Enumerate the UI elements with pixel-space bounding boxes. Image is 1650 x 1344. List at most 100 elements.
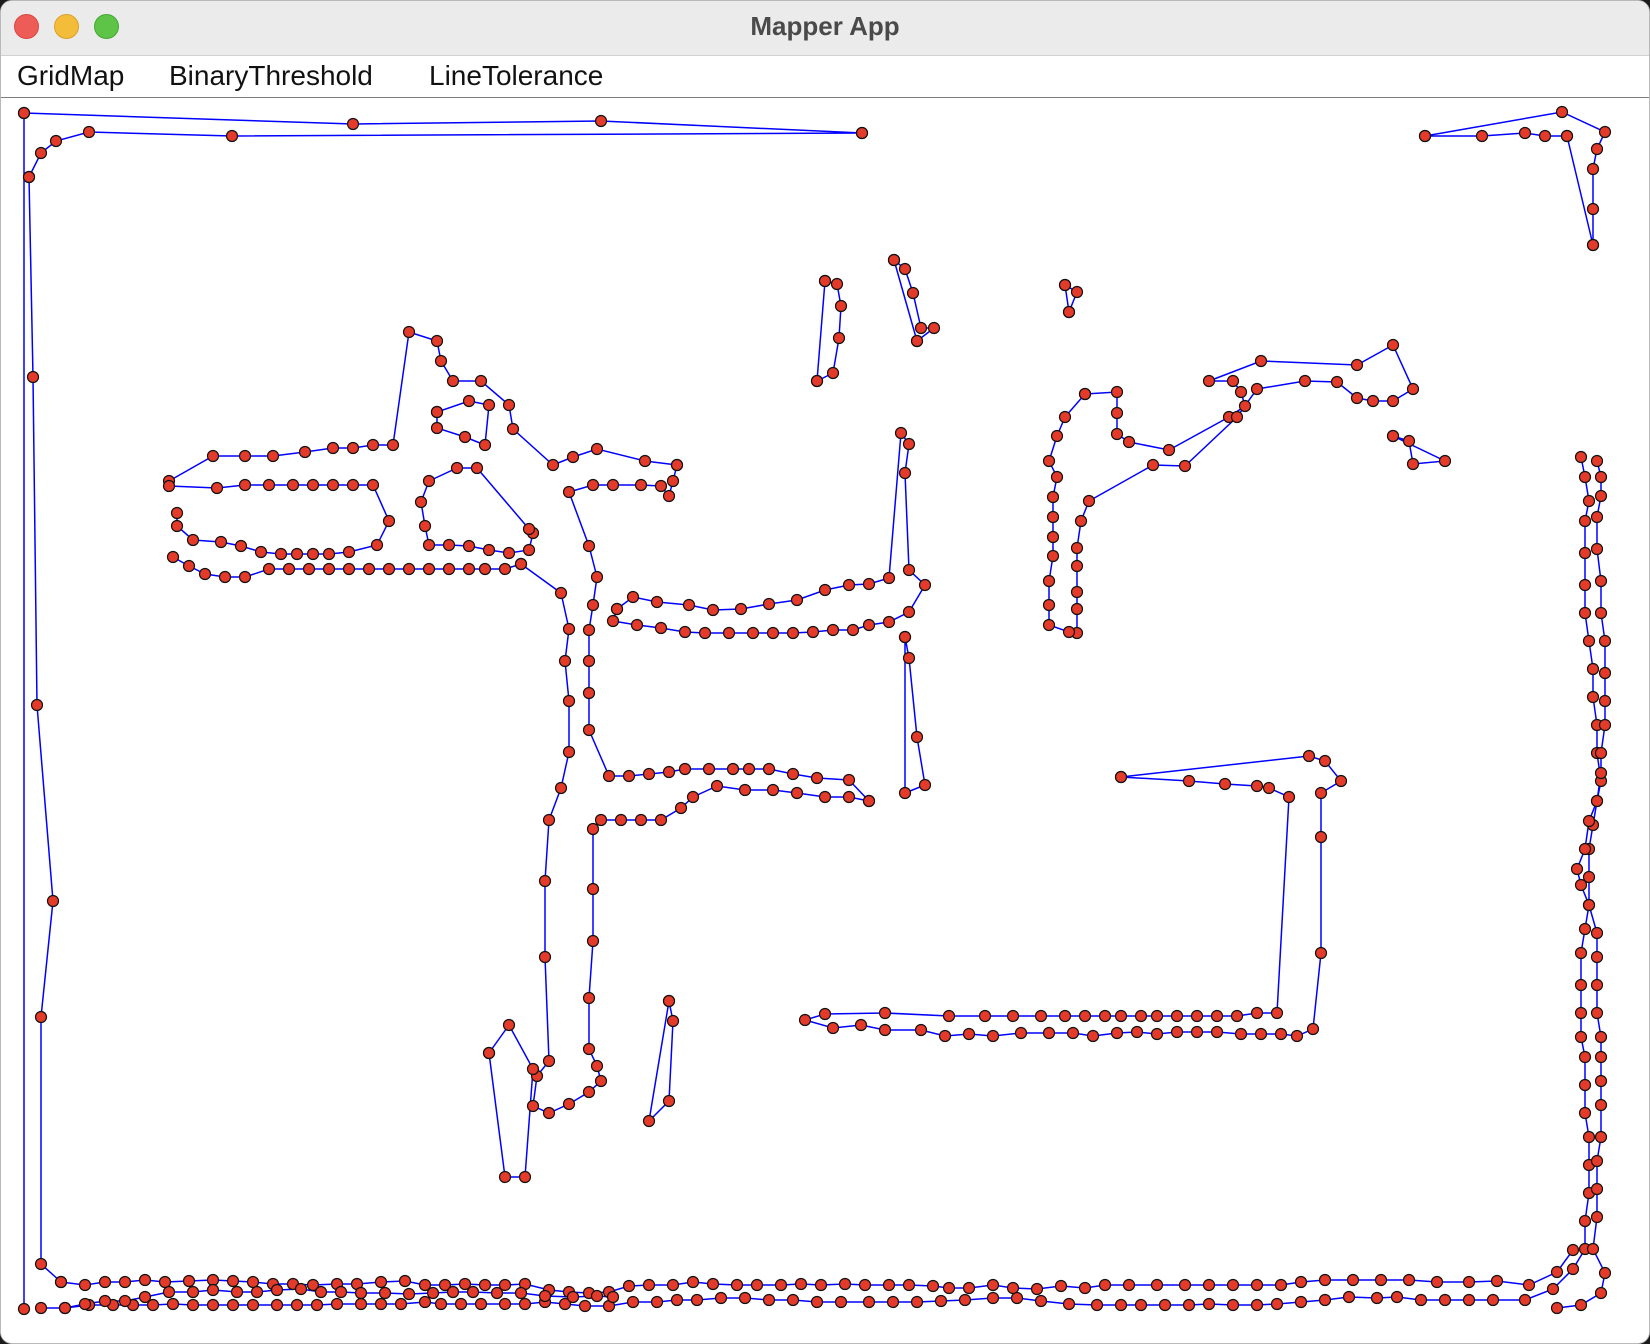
map-vertex <box>1250 1298 1264 1312</box>
map-vertex <box>938 1029 952 1043</box>
map-vertex <box>682 598 696 612</box>
map-vertex <box>818 1007 832 1021</box>
map-vertex <box>98 1294 112 1308</box>
map-vertex <box>638 454 652 468</box>
map-vertex <box>1090 1298 1104 1312</box>
map-vertex <box>1110 406 1124 420</box>
map-vertex <box>1578 606 1592 620</box>
map-vertex <box>266 449 280 463</box>
map-vertex <box>698 626 712 640</box>
map-path-18 <box>520 563 870 1114</box>
menu-linetolerance[interactable]: LineTolerance <box>429 60 603 92</box>
map-vertex <box>430 421 444 435</box>
map-vertex <box>702 762 716 776</box>
map-vertex <box>322 562 336 576</box>
map-vertex <box>818 274 832 288</box>
map-vertex <box>422 562 436 576</box>
map-vertex <box>1230 1009 1244 1023</box>
map-vertex <box>1058 278 1072 292</box>
map-vertex <box>706 1277 720 1291</box>
map-vertex <box>910 1295 924 1309</box>
map-vertex <box>678 625 692 639</box>
map-vertex <box>1226 1298 1240 1312</box>
map-vertex <box>662 994 676 1008</box>
map-vertex <box>330 1297 344 1311</box>
menu-binarythreshold[interactable]: BinaryThreshold <box>169 60 373 92</box>
map-vertex <box>1202 374 1216 388</box>
map-vertex <box>902 563 916 577</box>
map-vertex <box>1598 125 1612 139</box>
map-vertex <box>586 598 600 612</box>
map-vertex <box>1070 541 1084 555</box>
map-vertex <box>454 1297 468 1311</box>
map-vertex <box>1134 1298 1148 1312</box>
map-vertex <box>590 1059 604 1073</box>
map-vertex <box>582 1042 596 1056</box>
map-vertex <box>426 1286 440 1300</box>
map-vertex <box>166 1297 180 1311</box>
map-vertex <box>1162 443 1176 457</box>
map-vertex <box>1050 470 1064 484</box>
map-vertex <box>902 1278 916 1292</box>
map-vertex <box>794 1277 808 1291</box>
map-vertex <box>386 438 400 452</box>
map-vertex <box>786 767 800 781</box>
map-vertex <box>430 334 444 348</box>
map-vertex <box>814 1278 828 1292</box>
map-vertex <box>542 1054 556 1068</box>
map-vertex <box>1114 1009 1128 1023</box>
map-vertex <box>887 253 901 267</box>
map-vertex <box>1570 862 1584 876</box>
map-vertex <box>186 533 200 547</box>
map-vertex <box>1574 878 1588 892</box>
map-vertex <box>590 570 604 584</box>
map-vertex <box>506 422 520 436</box>
map-vertex <box>654 813 668 827</box>
map-vertex <box>1586 690 1600 704</box>
map-vertex <box>1254 354 1268 368</box>
map-vertex <box>314 1285 328 1299</box>
map-vertex <box>1386 394 1400 408</box>
map-vertex <box>942 1281 956 1295</box>
map-vertex <box>1598 666 1612 680</box>
map-vertex <box>1150 1009 1164 1023</box>
map-vertex <box>1518 1293 1532 1307</box>
map-vertex <box>206 1298 220 1312</box>
map-vertex <box>1314 830 1328 844</box>
map-vertex <box>1302 749 1316 763</box>
map-vertex <box>1270 1006 1284 1020</box>
map-vertex <box>298 445 312 459</box>
map-vertex <box>582 623 596 637</box>
map-vertex <box>986 1291 1000 1305</box>
map-canvas[interactable] <box>1 98 1649 1343</box>
map-vertex <box>1590 1182 1604 1196</box>
map-vertex <box>958 1293 972 1307</box>
map-vertex <box>882 571 896 585</box>
map-vertex <box>1086 1029 1100 1043</box>
map-vertex <box>1062 305 1076 319</box>
map-vertex <box>898 466 912 480</box>
map-drawing <box>17 105 1612 1316</box>
menu-gridmap[interactable]: GridMap <box>17 60 124 92</box>
map-vertex <box>738 1291 752 1305</box>
title-bar: Mapper App <box>1 1 1649 56</box>
map-vertex <box>346 117 360 131</box>
map-vertex <box>1218 777 1232 791</box>
map-vertex <box>138 1273 152 1287</box>
map-vertex <box>1366 394 1380 408</box>
map-vertex <box>622 769 636 783</box>
map-vertex <box>1590 142 1604 156</box>
map-vertex <box>514 557 528 571</box>
map-vertex <box>482 398 496 412</box>
map-vertex <box>806 625 820 639</box>
map-vertex <box>1578 578 1592 592</box>
map-vertex <box>434 354 448 368</box>
map-vertex <box>226 1298 240 1312</box>
map-path-3 <box>28 176 62 1283</box>
map-vertex <box>1234 1027 1248 1041</box>
map-vertex <box>762 762 776 776</box>
map-vertex <box>346 478 360 492</box>
map-vertex <box>914 1023 928 1037</box>
map-path-27 <box>41 456 1602 1309</box>
map-vertex <box>342 545 356 559</box>
